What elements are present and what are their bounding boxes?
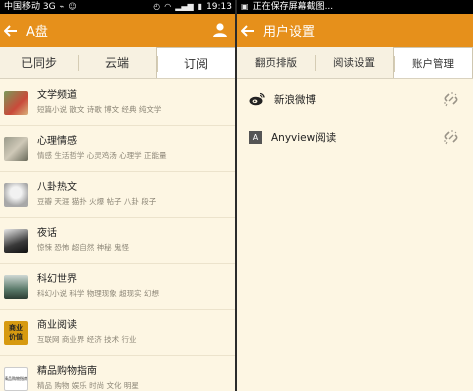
list-item-title: 夜话 [37, 228, 57, 239]
list-item-emotion[interactable]: 心理情感 情感 生活哲学 心灵鸡汤 心理学 正能量 [0, 126, 236, 172]
literature-thumbnail [4, 90, 28, 115]
link-icon[interactable] [443, 91, 459, 107]
battery-icon: ▮ [197, 2, 203, 11]
tab-account-management[interactable]: 账户管理 [393, 47, 473, 78]
wifi-icon: ◠ [164, 2, 172, 11]
list-item-subtitle: 科幻小说 科学 物理现象 超现实 幻想 [37, 289, 160, 298]
list-item-title: 心理情感 [37, 136, 77, 147]
usb-icon: ⌁ [59, 2, 65, 11]
right-panel: ▣ 正在保存屏幕截图... 用户设置 翻页排版 阅读设置 账户管理 新浪微博 A… [237, 0, 473, 391]
account-list: 新浪微博 A Anyview阅读 [237, 80, 473, 156]
night-talk-thumbnail [4, 228, 28, 253]
gossip-thumbnail [4, 182, 28, 207]
back-arrow-icon[interactable] [237, 14, 259, 47]
list-item-title: 科幻世界 [37, 274, 77, 285]
left-panel: 中国移动 3G ⌁ ☺ ◴ ◠ ▂▄▆ ▮ 19:13 A盘 已同步 云端 订阅… [0, 0, 236, 391]
list-item-subtitle: 短篇小说 散文 诗歌 博文 经典 纯文学 [37, 105, 162, 114]
list-item-shopping[interactable]: 精品购物指南 精品购物指南 精品 购物 娱乐 时尚 文化 明星 [0, 356, 236, 391]
tab-page-layout[interactable]: 翻页排版 [237, 47, 315, 78]
list-item-subtitle: 豆瓣 天涯 猫扑 火爆 帖子 八卦 段子 [37, 197, 157, 206]
page-title: A盘 [26, 25, 48, 40]
emotion-thumbnail [4, 136, 28, 161]
alarm-icon: ◴ [153, 2, 161, 11]
list-item-subtitle: 精品 购物 娱乐 时尚 文化 明星 [37, 381, 139, 390]
tab-synced[interactable]: 已同步 [0, 47, 78, 78]
signal-icon: ▂▄▆ [175, 2, 194, 11]
list-item-title: 八卦热文 [37, 182, 77, 193]
screenshot-icon: ▣ [241, 2, 249, 11]
shopping-thumbnail: 精品购物指南 [4, 366, 28, 391]
notification-icon: ☺ [68, 2, 77, 11]
status-bar: ▣ 正在保存屏幕截图... [237, 0, 473, 14]
account-name: 新浪微博 [274, 93, 316, 106]
account-name: Anyview阅读 [271, 131, 337, 144]
shopping-thumbnail-badge: 精品购物指南 [4, 375, 28, 381]
tab-reading-settings[interactable]: 阅读设置 [315, 47, 393, 78]
tab-bar: 翻页排版 阅读设置 账户管理 [237, 47, 473, 79]
back-arrow-icon[interactable] [0, 14, 22, 47]
list-item-literature[interactable]: 文学频道 短篇小说 散文 诗歌 博文 经典 纯文学 [0, 80, 236, 126]
status-message: 正在保存屏幕截图... [252, 2, 334, 12]
account-row-weibo[interactable]: 新浪微博 [237, 80, 473, 118]
list-item-subtitle: 情感 生活哲学 心灵鸡汤 心理学 正能量 [37, 151, 167, 160]
list-item-title: 精品购物指南 [37, 366, 97, 377]
list-item-night-talk[interactable]: 夜话 惊悚 恐怖 超自然 神秘 鬼怪 [0, 218, 236, 264]
list-item-business[interactable]: 商业价值 商业阅读 互联网 商业界 经济 技术 行业 [0, 310, 236, 356]
list-item-scifi[interactable]: 科幻世界 科幻小说 科学 物理现象 超现实 幻想 [0, 264, 236, 310]
business-thumbnail-badge: 商业价值 [9, 323, 23, 341]
business-thumbnail: 商业价值 [4, 320, 28, 345]
subscription-list: 文学频道 短篇小说 散文 诗歌 博文 经典 纯文学 心理情感 情感 生活哲学 心… [0, 80, 236, 391]
user-icon[interactable] [212, 22, 228, 38]
link-icon[interactable] [443, 129, 459, 145]
weibo-icon [249, 92, 265, 106]
app-bar: A盘 [0, 14, 236, 47]
page-title: 用户设置 [263, 25, 316, 40]
list-item-title: 文学频道 [37, 90, 77, 101]
list-item-subtitle: 互联网 商业界 经济 技术 行业 [37, 335, 137, 344]
list-item-subtitle: 惊悚 恐怖 超自然 神秘 鬼怪 [37, 243, 130, 252]
anyview-icon: A [249, 130, 262, 144]
account-row-anyview[interactable]: A Anyview阅读 [237, 118, 473, 156]
app-bar: 用户设置 [237, 14, 473, 47]
scifi-thumbnail [4, 274, 28, 299]
list-item-title: 商业阅读 [37, 320, 77, 331]
clock: 19:13 [206, 2, 232, 12]
tab-bar: 已同步 云端 订阅 [0, 47, 236, 79]
status-bar: 中国移动 3G ⌁ ☺ ◴ ◠ ▂▄▆ ▮ 19:13 [0, 0, 236, 14]
list-item-gossip[interactable]: 八卦热文 豆瓣 天涯 猫扑 火爆 帖子 八卦 段子 [0, 172, 236, 218]
carrier-label: 中国移动 3G [4, 2, 56, 12]
tab-subscribe[interactable]: 订阅 [156, 47, 236, 78]
tab-cloud[interactable]: 云端 [78, 47, 156, 78]
